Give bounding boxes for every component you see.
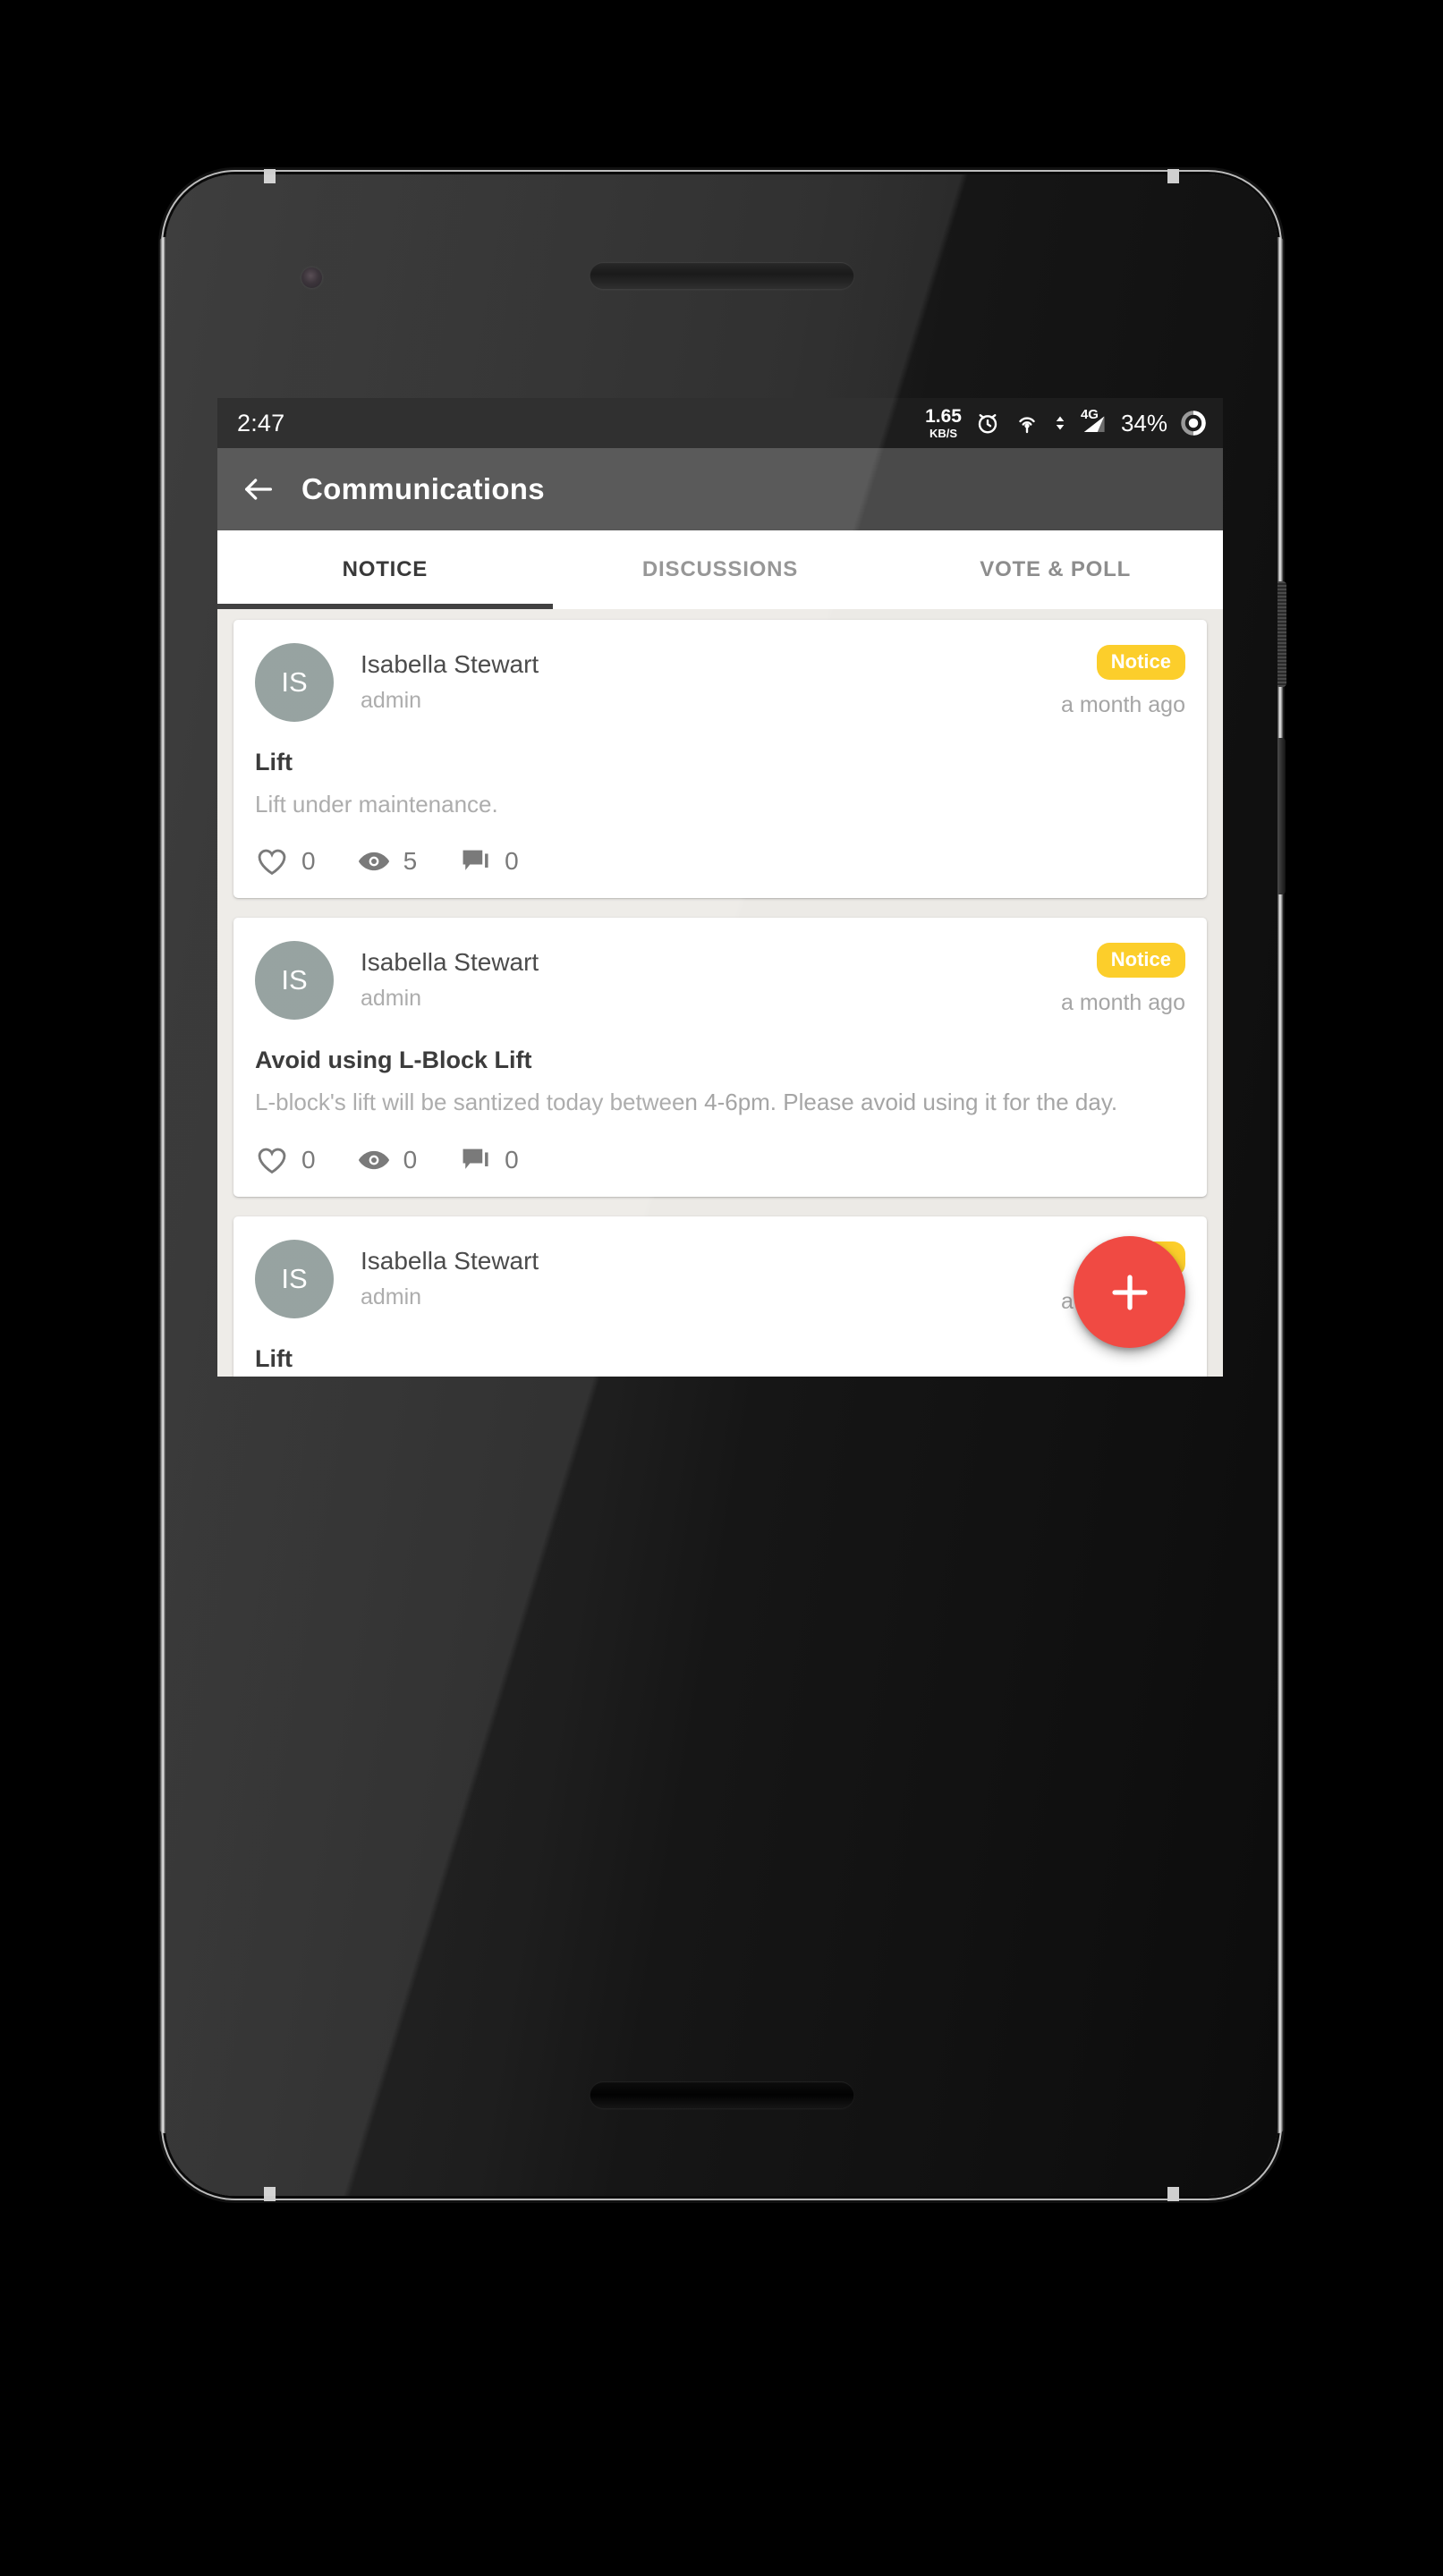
hotspot-icon: [1014, 410, 1040, 436]
comment-count: 0: [505, 1145, 519, 1174]
notice-card-header: IS Isabella Stewart admin Notice a month…: [255, 941, 1185, 1021]
notice-meta: Notice a month ago: [1061, 941, 1185, 1016]
like-action[interactable]: 0: [255, 1143, 316, 1177]
eye-icon: [358, 1150, 389, 1169]
volume-button[interactable]: [1277, 738, 1286, 894]
author-block: Isabella Stewart admin: [361, 1240, 539, 1310]
notice-body: L-block's lift will be santized today be…: [255, 1089, 1118, 1116]
network-speed-unit: KB/S: [929, 427, 958, 440]
status-badge: Notice: [1096, 645, 1185, 680]
phone-left-rail: [159, 237, 166, 2133]
phone-right-rail: [1277, 237, 1284, 2133]
eye-icon: [358, 852, 389, 871]
tab-notice[interactable]: NOTICE: [217, 530, 553, 609]
author-role: admin: [361, 1284, 422, 1309]
antenna-nub: [1167, 169, 1179, 183]
comment-icon: [463, 850, 488, 871]
author-role: admin: [361, 986, 422, 1012]
comment-action[interactable]: 0: [458, 1143, 519, 1177]
antenna-nub: [1167, 2187, 1179, 2201]
tab-vote-poll[interactable]: VOTE & POLL: [887, 530, 1223, 609]
like-count: 0: [301, 1145, 316, 1174]
author-name: Isabella Stewart: [361, 948, 539, 977]
view-action[interactable]: 0: [357, 1143, 418, 1177]
avatar: IS: [255, 941, 334, 1021]
phone-screen: 2:47 1.65 KB/S 4G 34% Communications NOT…: [217, 398, 1223, 1377]
author-name: Isabella Stewart: [361, 1246, 539, 1275]
view-count: 0: [403, 1145, 418, 1174]
notice-card-header: IS Isabella Stewart admin Notice a month…: [255, 643, 1185, 722]
author-block: Isabella Stewart admin: [361, 643, 539, 714]
author-name: Isabella Stewart: [361, 650, 539, 678]
front-camera-icon: [301, 267, 322, 288]
network-speed-indicator: 1.65 KB/S: [925, 407, 962, 439]
plus-icon: [1111, 1274, 1148, 1310]
bottom-speaker-grille: [590, 2081, 853, 2108]
network-type-label: 4G: [1080, 407, 1099, 422]
network-speed-value: 1.65: [925, 406, 962, 427]
app-bar: Communications: [217, 448, 1223, 530]
back-arrow-icon[interactable]: [241, 471, 276, 507]
notice-title: Lift: [255, 749, 293, 775]
comment-action[interactable]: 0: [458, 844, 519, 878]
phone-device: 2:47 1.65 KB/S 4G 34% Communications NOT…: [159, 169, 1286, 2201]
heart-icon: [258, 849, 286, 876]
view-count: 5: [403, 847, 418, 876]
like-action[interactable]: 0: [255, 844, 316, 878]
signal-bars-icon: 4G: [1080, 407, 1108, 436]
add-notice-fab[interactable]: [1074, 1236, 1185, 1348]
avatar: IS: [255, 1239, 334, 1318]
notice-card[interactable]: IS Isabella Stewart admin Notice a month…: [233, 620, 1207, 899]
comment-icon: [463, 1148, 488, 1169]
timestamp: a month ago: [1061, 692, 1185, 717]
battery-icon: [1180, 410, 1207, 436]
avatar: IS: [255, 643, 334, 722]
earpiece-speaker-grille: [590, 262, 853, 289]
author-block: Isabella Stewart admin: [361, 941, 539, 1012]
notice-card-header: IS Isabella Stewart admin Notice a month…: [255, 1239, 1185, 1318]
like-count: 0: [301, 847, 316, 876]
status-clock: 2:47: [237, 409, 285, 436]
notice-title: Lift: [255, 1344, 293, 1372]
notice-actions: 0 0 0: [255, 1143, 1185, 1177]
timestamp: a month ago: [1061, 990, 1185, 1016]
notice-actions: 0 5 0: [255, 844, 1185, 878]
antenna-nub: [264, 169, 276, 183]
status-bar: 2:47 1.65 KB/S 4G 34%: [217, 398, 1223, 448]
status-badge: Notice: [1096, 943, 1185, 979]
notice-title: Avoid using L-Block Lift: [255, 1046, 532, 1074]
tab-bar: NOTICE DISCUSSIONS VOTE & POLL: [217, 530, 1223, 609]
page-title: Communications: [301, 472, 545, 505]
antenna-nub: [264, 2187, 276, 2201]
comment-count: 0: [505, 847, 519, 876]
notice-card[interactable]: IS Isabella Stewart admin Notice a month…: [233, 1216, 1207, 1377]
notice-body: Lift under maintenance.: [255, 791, 498, 818]
notice-feed[interactable]: IS Isabella Stewart admin Notice a month…: [217, 609, 1223, 1377]
status-icons: 1.65 KB/S 4G 34%: [925, 407, 1207, 439]
view-action[interactable]: 5: [357, 844, 418, 878]
heart-icon: [258, 1148, 286, 1174]
author-role: admin: [361, 688, 422, 713]
tab-discussions[interactable]: DISCUSSIONS: [553, 530, 888, 609]
notice-meta: Notice a month ago: [1061, 643, 1185, 718]
power-button[interactable]: [1277, 581, 1286, 687]
notice-card[interactable]: IS Isabella Stewart admin Notice a month…: [233, 918, 1207, 1197]
alarm-icon: [974, 410, 1001, 436]
data-transfer-icon: [1053, 410, 1067, 436]
battery-percent-label: 34%: [1120, 409, 1167, 436]
